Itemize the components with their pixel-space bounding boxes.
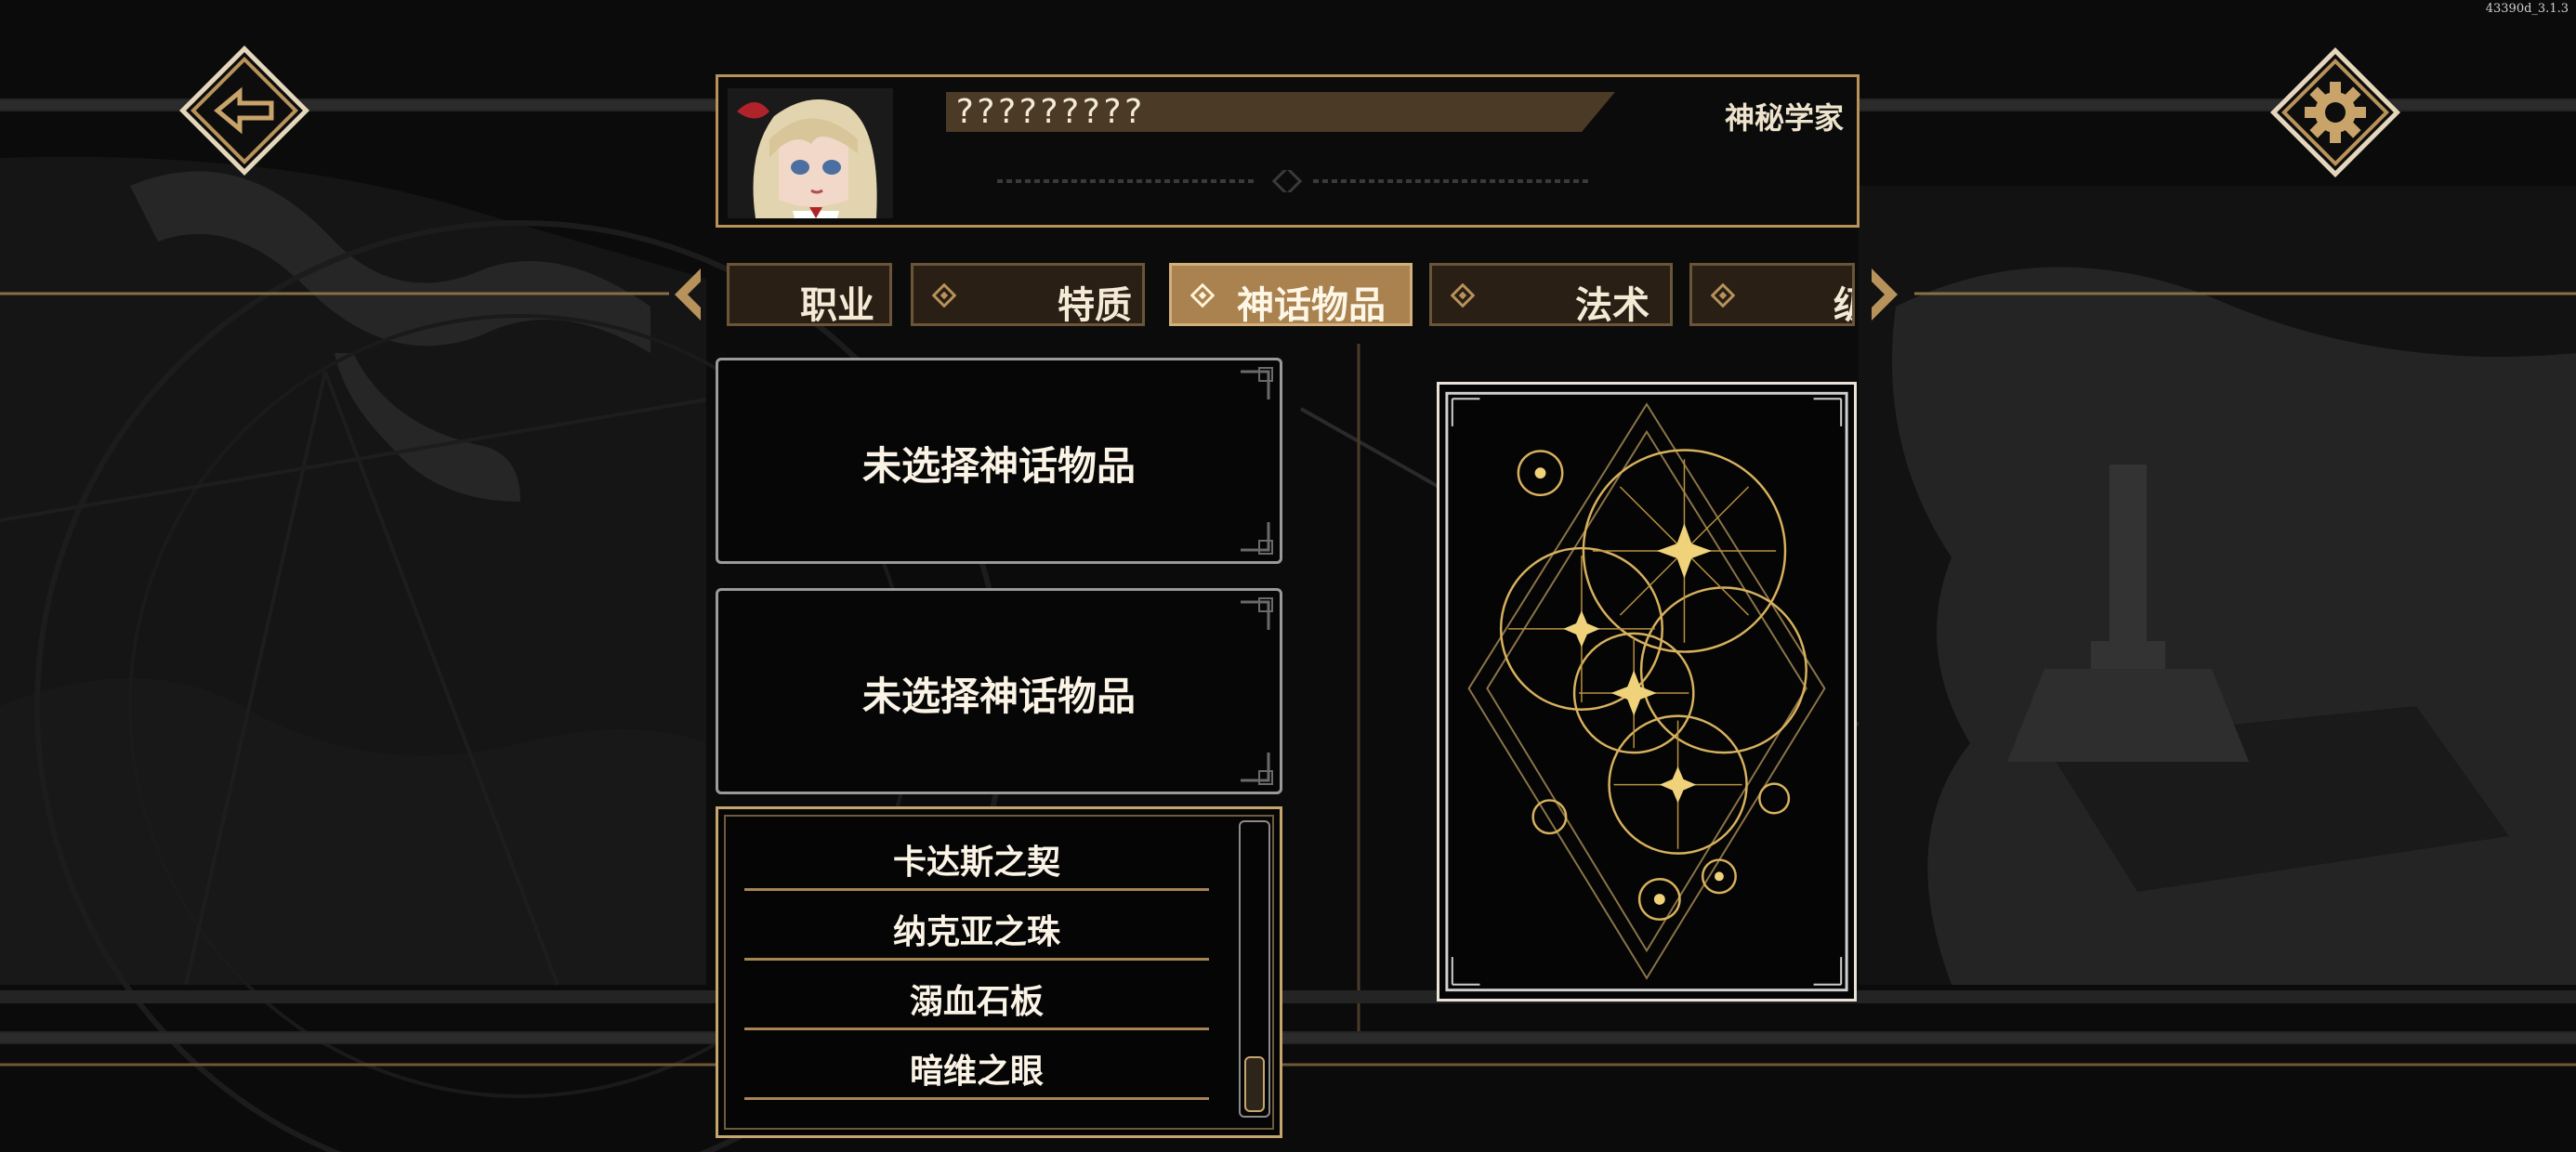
- divider: [744, 958, 1209, 961]
- mythic-item-card: [1437, 382, 1857, 1001]
- character-class: 神秘学家: [1724, 100, 1844, 136]
- tab-level[interactable]: 级: [1689, 263, 1855, 326]
- list-item[interactable]: 纳克亚之珠: [735, 892, 1218, 961]
- tab-label: 职业: [800, 283, 874, 327]
- corner-ornament: [1241, 753, 1273, 785]
- tab-profession[interactable]: 职业: [727, 263, 892, 327]
- item-label: 卡达斯之契: [892, 843, 1060, 882]
- tab-label: 神话物品: [1237, 283, 1386, 327]
- corner-ornament: [1241, 367, 1273, 399]
- header-ornament: [997, 170, 1592, 192]
- list-item[interactable]: 卡达斯之契: [735, 822, 1218, 891]
- item-label: 暗维之眼: [909, 1052, 1044, 1091]
- character-header: ????????? 神秘学家: [716, 74, 1860, 228]
- mythic-item-slot[interactable]: 未选择神话物品: [716, 588, 1282, 794]
- diamond-icon: [1190, 283, 1215, 308]
- scrollbar[interactable]: [1239, 820, 1270, 1118]
- divider: [744, 1028, 1209, 1030]
- build-version: 43390d_3.1.3: [2485, 2, 2569, 16]
- chevron-left-icon: [675, 268, 701, 321]
- divider: [744, 1097, 1209, 1100]
- chevron-right-icon: [1872, 268, 1898, 321]
- scroll-thumb[interactable]: [1244, 1056, 1265, 1112]
- mythic-item-slot[interactable]: 未选择神话物品: [716, 358, 1282, 564]
- diamond-icon: [1451, 283, 1475, 308]
- back-button[interactable]: [175, 41, 314, 180]
- list-item[interactable]: 暗维之眼: [735, 1031, 1218, 1100]
- character-name: ?????????: [954, 93, 1145, 131]
- tab-label: 法术: [1575, 283, 1649, 327]
- character-portrait: [728, 88, 893, 218]
- tab-prev-button[interactable]: [669, 263, 706, 326]
- gear-icon: [2269, 46, 2401, 178]
- item-label: 纳克亚之珠: [892, 912, 1060, 951]
- tab-spells[interactable]: 法术: [1429, 263, 1673, 327]
- card-art: [1445, 391, 1848, 992]
- tab-traits[interactable]: 特质: [911, 263, 1145, 327]
- item-label: 溺血石板: [909, 982, 1044, 1021]
- diamond-icon: [1711, 283, 1735, 308]
- tab-mythic-items[interactable]: 神话物品: [1169, 263, 1413, 327]
- tab-label: 特质: [1058, 283, 1132, 327]
- divider: [744, 888, 1209, 891]
- slot-label: 未选择神话物品: [861, 674, 1136, 719]
- settings-button[interactable]: [2266, 43, 2405, 182]
- tab-label: 级: [1833, 275, 1852, 323]
- slot-label: 未选择神话物品: [861, 443, 1136, 489]
- tab-next-button[interactable]: [1866, 263, 1903, 326]
- corner-ornament: [1241, 522, 1273, 555]
- corner-ornament: [1241, 597, 1273, 630]
- mythic-item-list: 卡达斯之契 纳克亚之珠 溺血石板 暗维之眼: [716, 806, 1282, 1138]
- list-item[interactable]: 溺血石板: [735, 962, 1218, 1030]
- back-arrow-icon: [178, 45, 310, 177]
- diamond-icon: [932, 283, 956, 308]
